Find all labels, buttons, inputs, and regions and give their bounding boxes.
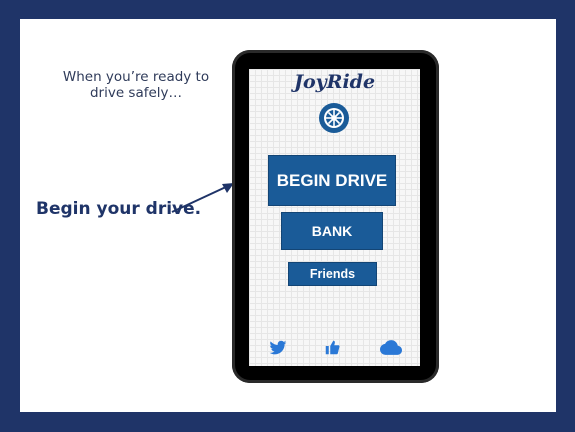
phone-frame: JoyRide BEGIN DRIVE BANK Friends bbox=[232, 50, 439, 383]
arrow-icon bbox=[171, 183, 234, 213]
thumbs-up-icon[interactable] bbox=[325, 340, 340, 355]
app-screen: JoyRide BEGIN DRIVE BANK Friends bbox=[249, 69, 420, 366]
begin-drive-button[interactable]: BEGIN DRIVE bbox=[268, 155, 396, 206]
bank-button[interactable]: BANK bbox=[281, 212, 383, 250]
slide: When you’re ready to drive safely… Begin… bbox=[20, 19, 556, 412]
twitter-icon[interactable] bbox=[269, 340, 287, 356]
app-logo: JoyRide bbox=[293, 71, 376, 93]
caption: When you’re ready to drive safely… bbox=[62, 69, 210, 101]
friends-button[interactable]: Friends bbox=[288, 262, 377, 286]
wheel-icon bbox=[319, 103, 349, 133]
cloud-icon[interactable] bbox=[380, 340, 402, 355]
